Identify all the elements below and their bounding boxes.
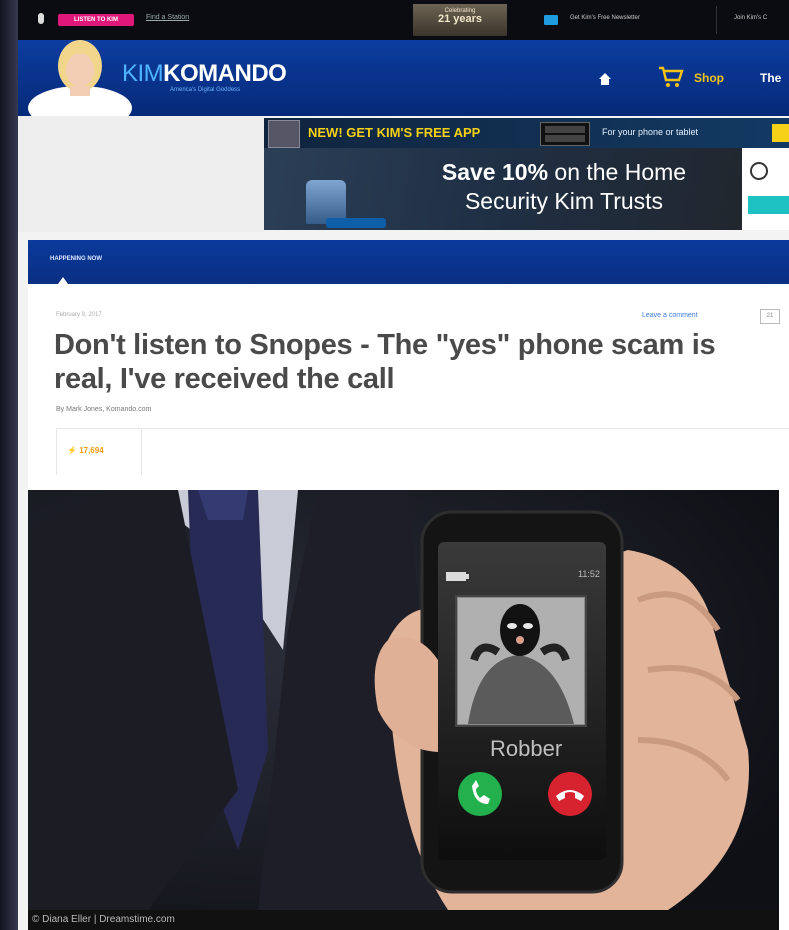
comment-count-badge[interactable]: 21	[760, 309, 780, 324]
ad-brand-panel	[742, 148, 789, 230]
home-security-ad[interactable]: NEW! GET KIM'S FREE APP For your phone o…	[264, 118, 789, 230]
webpage: LISTEN TO KIM Find a Station Celebrating…	[18, 0, 789, 930]
site-tagline: America's Digital Goddess	[170, 87, 241, 93]
join-club-link[interactable]: Join Kim's C	[734, 15, 767, 21]
ad-headline-line2: Security Kim Trusts	[464, 188, 664, 214]
app-promo-banner[interactable]: NEW! GET KIM'S FREE APP For your phone o…	[264, 118, 789, 148]
find-station-link[interactable]: Find a Station	[146, 14, 189, 21]
mail-icon	[544, 15, 558, 25]
logo-kim: KIM	[122, 60, 164, 87]
ad-headline: Save 10% on the Home Security Kim Trusts	[414, 158, 714, 216]
ad-headline-bold: Save 10%	[441, 159, 549, 185]
phone-clock: 11:52	[578, 569, 600, 579]
home-icon[interactable]	[598, 72, 612, 86]
article-hero-image: 11:52 Robber	[28, 490, 779, 910]
nav-the-link[interactable]: The	[760, 71, 781, 85]
brand-logo-icon	[750, 162, 768, 180]
security-base-image	[326, 218, 386, 228]
image-credit: © Diana Eller | Dreamstime.com	[32, 914, 175, 925]
share-box[interactable]: ⚡ 17,694	[56, 429, 142, 475]
leave-comment-link[interactable]: Leave a comment	[642, 312, 698, 319]
divider	[716, 6, 717, 34]
newsletter-link[interactable]: Get Kim's Free Newsletter	[570, 15, 640, 21]
happening-now-bar: HAPPENING NOW	[28, 240, 789, 284]
happening-now-label: HAPPENING NOW	[50, 256, 103, 262]
shopping-cart-icon[interactable]	[658, 66, 684, 88]
image-credit-bar: © Diana Eller | Dreamstime.com	[28, 910, 779, 930]
share-count-value: 17,694	[79, 446, 104, 455]
article-byline: By Mark Jones, Komando.com	[56, 406, 152, 413]
caret-up-icon	[58, 277, 68, 284]
article-title: Don't listen to Snopes - The "yes" phone…	[54, 329, 716, 395]
anniversary-top-text: Celebrating	[444, 8, 476, 14]
microphone-icon	[38, 13, 44, 24]
site-logo[interactable]: KIMKOMANDO	[122, 60, 287, 88]
ad-headline-rest: on the Home	[548, 159, 687, 185]
app-promo-button[interactable]	[772, 124, 789, 142]
share-count: ⚡ 17,694	[67, 446, 104, 455]
app-promo-subtext: For your phone or tablet	[602, 127, 699, 137]
phone-icon	[268, 120, 300, 148]
ad-cta-button[interactable]	[748, 196, 789, 214]
app-promo-text: NEW! GET KIM'S FREE APP	[308, 125, 481, 140]
article-date: February 9, 2017	[56, 312, 102, 318]
divider	[56, 428, 789, 429]
ad-body: Save 10% on the Home Security Kim Trusts	[264, 148, 789, 230]
site-header: KIMKOMANDO America's Digital Goddess Sho…	[18, 40, 789, 116]
screen-edge	[0, 0, 20, 930]
ad-gutter	[18, 116, 264, 232]
nav-shop-link[interactable]: Shop	[694, 71, 724, 85]
app-store-badges[interactable]	[540, 122, 590, 146]
logo-komando: KOMANDO	[163, 60, 287, 87]
hero-illustration	[28, 490, 779, 910]
listen-to-kim-button[interactable]: LISTEN TO KIM	[58, 14, 134, 26]
caller-name: Robber	[490, 736, 563, 761]
anniversary-badge[interactable]: Celebrating 21 years	[413, 4, 507, 36]
